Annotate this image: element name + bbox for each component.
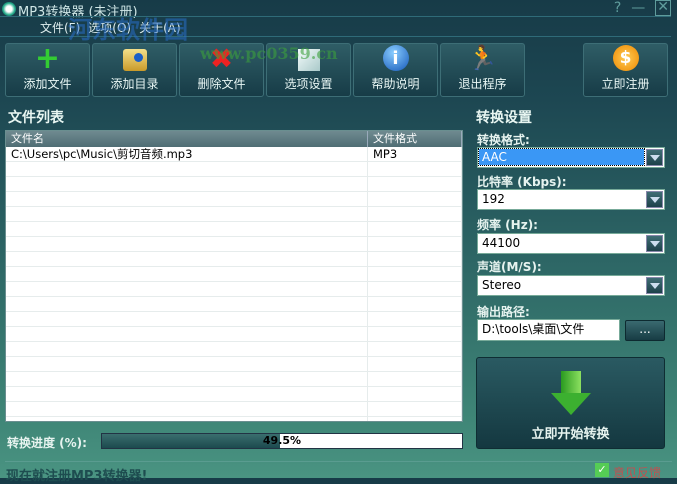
settings-title: 转换设置 bbox=[476, 110, 532, 126]
progress-bar: 49.5% bbox=[101, 433, 463, 449]
empty-row bbox=[6, 297, 462, 312]
frequency-label: 频率 (Hz): bbox=[477, 218, 538, 232]
empty-row bbox=[6, 267, 462, 282]
button-label: 添加目录 bbox=[110, 77, 159, 91]
minimize-button[interactable]: — bbox=[631, 0, 645, 16]
format-label: 转换格式: bbox=[477, 133, 530, 147]
table-row[interactable]: C:\Users\pc\Music\剪切音频.mp3 MP3 bbox=[6, 147, 462, 162]
chevron-down-icon[interactable] bbox=[646, 191, 663, 208]
button-label: 立即注册 bbox=[601, 77, 650, 91]
chevron-down-icon[interactable] bbox=[646, 149, 663, 166]
dollar-icon: $ bbox=[612, 45, 639, 71]
empty-row bbox=[6, 192, 462, 207]
folder-icon bbox=[122, 49, 147, 71]
progress-label: 转换进度 (%): bbox=[7, 436, 87, 450]
empty-row bbox=[6, 282, 462, 297]
start-convert-button[interactable]: 立即开始转换 bbox=[476, 357, 665, 449]
button-label: 添加文件 bbox=[23, 77, 72, 91]
button-label: 选项设置 bbox=[284, 77, 333, 91]
button-label: 帮助说明 bbox=[371, 77, 420, 91]
channel-label: 声道(M/S): bbox=[477, 260, 542, 274]
output-label: 输出路径: bbox=[477, 305, 530, 319]
close-button[interactable]: ✕ bbox=[655, 0, 671, 16]
format-select[interactable]: AAC bbox=[477, 147, 665, 168]
add-folder-button[interactable]: 添加目录 bbox=[92, 43, 177, 97]
column-format[interactable]: 文件格式 bbox=[368, 131, 462, 147]
frequency-select[interactable]: 44100 bbox=[477, 233, 665, 254]
plus-icon: + bbox=[34, 40, 61, 76]
bitrate-label: 比特率 (Kbps): bbox=[477, 175, 567, 189]
empty-row bbox=[6, 222, 462, 237]
empty-row bbox=[6, 312, 462, 327]
bitrate-value: 192 bbox=[482, 192, 505, 206]
empty-row bbox=[6, 327, 462, 342]
empty-row bbox=[6, 252, 462, 267]
help-manual-button[interactable]: i 帮助说明 bbox=[353, 43, 438, 97]
register-prompt[interactable]: 现在就注册MP3转换器! bbox=[6, 465, 147, 484]
format-value: AAC bbox=[478, 148, 645, 166]
bitrate-select[interactable]: 192 bbox=[477, 189, 665, 210]
empty-row bbox=[6, 372, 462, 387]
divider bbox=[5, 461, 672, 462]
empty-row bbox=[6, 402, 462, 417]
watermark: 河东软件园 bbox=[68, 15, 188, 44]
button-label: 删除文件 bbox=[197, 77, 246, 91]
chevron-down-icon[interactable] bbox=[646, 235, 663, 252]
info-icon: i bbox=[382, 45, 409, 71]
file-table[interactable]: 文件名 文件格式 C:\Users\pc\Music\剪切音频.mp3 MP3 bbox=[5, 130, 463, 422]
add-file-button[interactable]: + 添加文件 bbox=[5, 40, 90, 97]
empty-row bbox=[6, 357, 462, 372]
exit-button[interactable]: 🏃 退出程序 bbox=[440, 43, 525, 97]
empty-row bbox=[6, 162, 462, 177]
empty-row bbox=[6, 237, 462, 252]
register-button[interactable]: $ 立即注册 bbox=[583, 43, 668, 97]
column-filename[interactable]: 文件名 bbox=[6, 131, 368, 147]
watermark-url: www.pc0359.cn bbox=[200, 44, 338, 63]
empty-row bbox=[6, 387, 462, 402]
help-button[interactable]: ? bbox=[614, 0, 621, 16]
check-icon: ✓ bbox=[595, 463, 609, 477]
channel-value: Stereo bbox=[482, 278, 522, 292]
arrow-down-icon bbox=[550, 371, 591, 415]
output-path-input[interactable]: D:\tools\桌面\文件 bbox=[477, 319, 620, 341]
app-logo-icon bbox=[2, 2, 16, 16]
cell-filename: C:\Users\pc\Music\剪切音频.mp3 bbox=[6, 147, 368, 161]
start-convert-label: 立即开始转换 bbox=[531, 427, 610, 442]
channel-select[interactable]: Stereo bbox=[477, 275, 665, 296]
button-label: 退出程序 bbox=[458, 77, 507, 91]
empty-row bbox=[6, 207, 462, 222]
progress-text: 49.5% bbox=[262, 434, 302, 447]
file-list-title: 文件列表 bbox=[8, 110, 64, 126]
empty-row bbox=[6, 177, 462, 192]
frequency-value: 44100 bbox=[482, 236, 521, 250]
chevron-down-icon[interactable] bbox=[646, 277, 663, 294]
browse-button[interactable]: ... bbox=[625, 320, 665, 341]
empty-row bbox=[6, 342, 462, 357]
table-header: 文件名 文件格式 bbox=[6, 131, 462, 147]
runner-icon: 🏃 bbox=[467, 44, 498, 72]
cell-format: MP3 bbox=[368, 147, 462, 161]
empty-row bbox=[6, 417, 462, 421]
feedback-link[interactable]: 意见反馈 bbox=[613, 464, 661, 481]
